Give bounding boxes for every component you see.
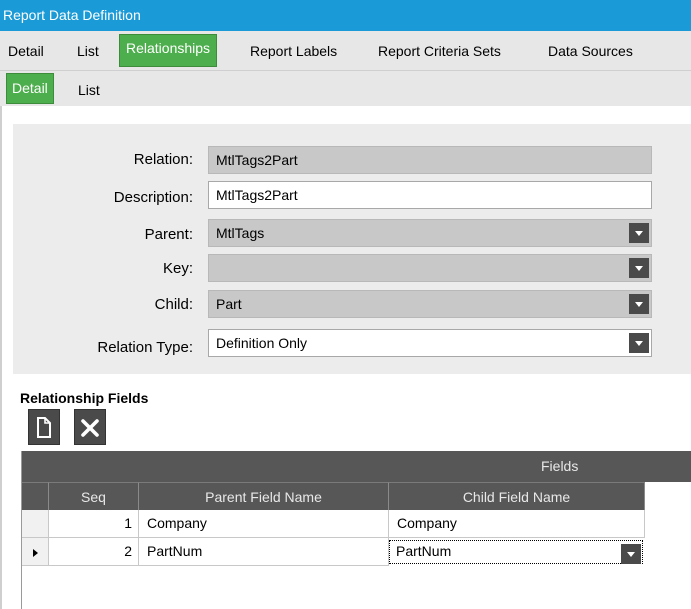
tab-relationships[interactable]: Relationships (119, 34, 218, 67)
tab-data-sources[interactable]: Data Sources (548, 31, 633, 71)
chevron-down-icon[interactable] (621, 544, 641, 564)
left-border (0, 106, 2, 609)
subtab-detail[interactable]: Detail (6, 73, 54, 104)
subtab-list[interactable]: List (78, 71, 100, 106)
chevron-down-icon[interactable] (629, 294, 649, 314)
current-row-arrow-icon (33, 549, 38, 557)
child-label: Child: (154, 296, 193, 313)
parent-value: MtlTags (216, 225, 265, 241)
sub-tab-bar: Detail List (0, 71, 691, 106)
grid-group-band: Fields (22, 451, 691, 482)
key-label: Key: (162, 260, 193, 277)
tab-detail[interactable]: Detail (8, 31, 44, 71)
child-combo[interactable]: Part (208, 290, 652, 318)
grid-cell-child-field-editor[interactable]: PartNum (389, 538, 645, 566)
row-selector[interactable] (22, 510, 49, 538)
parent-combo[interactable]: MtlTags (208, 219, 652, 247)
parent-label: Parent: (144, 226, 193, 243)
child-field-combo[interactable]: PartNum (389, 540, 643, 564)
child-field-value: PartNum (396, 543, 452, 559)
grid-cell-seq[interactable]: 2 (49, 538, 139, 566)
main-tab-bar: Detail List Relationships Report Labels … (0, 31, 691, 71)
tab-list[interactable]: List (77, 31, 99, 71)
row-selector[interactable] (22, 538, 49, 566)
relationship-fields-grid: Fields Seq Parent Field Name Child Field… (21, 451, 691, 609)
relation-value: MtlTags2Part (216, 152, 298, 168)
relation-type-label: Relation Type: (97, 339, 193, 356)
delete-x-icon (81, 419, 99, 437)
grid-cell-seq[interactable]: 1 (49, 510, 139, 538)
chevron-down-icon[interactable] (629, 258, 649, 278)
tab-report-labels[interactable]: Report Labels (250, 31, 337, 71)
relationship-fields-title: Relationship Fields (20, 390, 149, 406)
relation-type-combo[interactable]: Definition Only (208, 329, 652, 357)
tab-report-criteria-sets[interactable]: Report Criteria Sets (378, 31, 501, 71)
grid-cell-parent-field[interactable]: PartNum (139, 538, 389, 566)
relation-field[interactable]: MtlTags2Part (208, 146, 652, 174)
chevron-down-icon[interactable] (629, 333, 649, 353)
description-label: Description: (113, 189, 193, 206)
grid-cell-child-field[interactable]: Company (389, 510, 645, 538)
relation-label: Relation: (133, 151, 193, 168)
column-header-seq[interactable]: Seq (49, 482, 139, 510)
window-title-bar: Report Data Definition (0, 0, 691, 31)
column-header-parent-field-name[interactable]: Parent Field Name (139, 482, 389, 510)
description-value: MtlTags2Part (216, 187, 298, 203)
column-header-child-field-name[interactable]: Child Field Name (389, 482, 645, 510)
description-input[interactable]: MtlTags2Part (208, 181, 652, 209)
grid-cell-parent-field[interactable]: Company (139, 510, 389, 538)
relation-type-value: Definition Only (216, 335, 308, 351)
fields-group-label: Fields (541, 458, 579, 474)
row-selector-header (22, 482, 49, 510)
child-value: Part (216, 296, 242, 312)
chevron-down-icon[interactable] (629, 223, 649, 243)
delete-button[interactable] (74, 409, 106, 445)
new-button[interactable] (28, 409, 60, 445)
window-title: Report Data Definition (3, 7, 141, 23)
new-document-icon (37, 417, 51, 438)
key-combo[interactable] (208, 254, 652, 282)
